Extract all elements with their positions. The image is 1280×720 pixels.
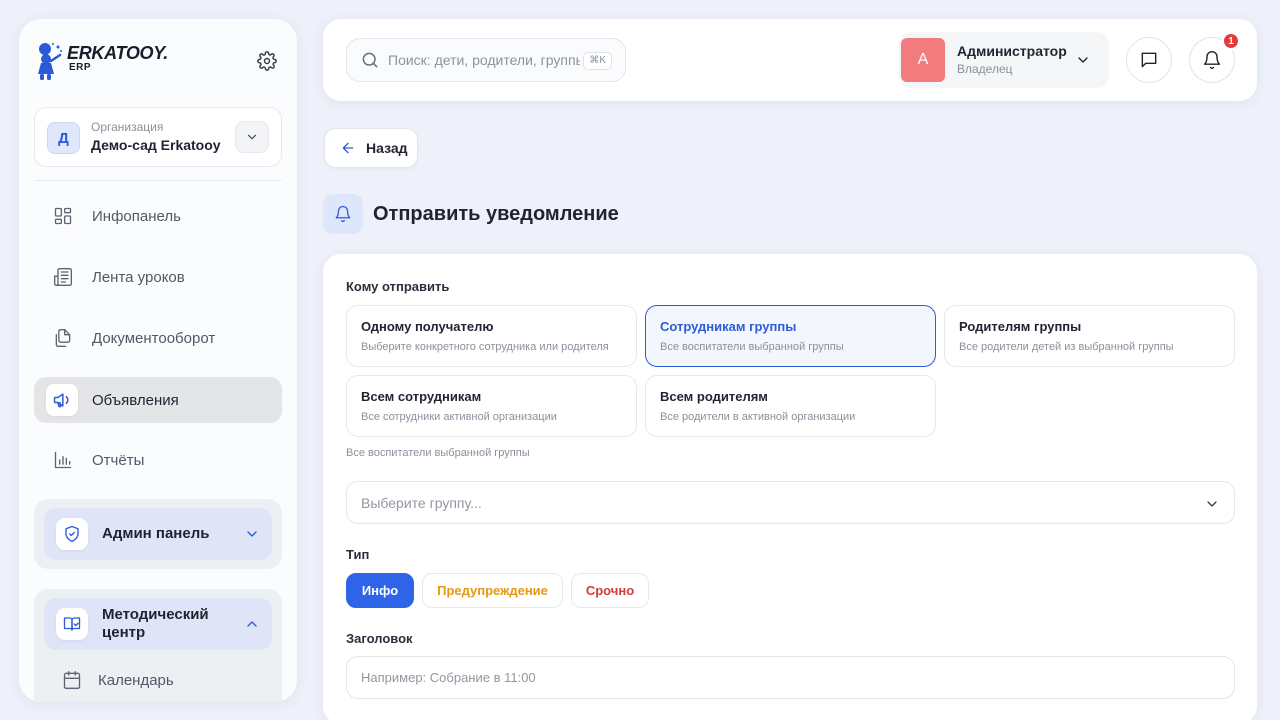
- logo-name: ERKATOOY.: [67, 43, 168, 63]
- chevron-down-icon: [1078, 57, 1088, 63]
- logo-mascot-icon: [38, 43, 62, 80]
- app-logo[interactable]: ERKATOOY. ERP: [33, 41, 168, 81]
- shield-icon: [56, 518, 88, 550]
- page-title: Отправить уведомление: [373, 203, 619, 225]
- settings-button[interactable]: [257, 51, 277, 71]
- sidebar-item-documents[interactable]: Документооборот: [34, 315, 282, 361]
- group-select[interactable]: Выберите группу...: [346, 481, 1235, 524]
- option-description: Все сотрудники активной организации: [361, 411, 557, 423]
- megaphone-icon: [46, 384, 78, 416]
- documents-icon: [48, 323, 78, 353]
- group-select-placeholder: Выберите группу...: [361, 495, 482, 511]
- option-title: Всем сотрудникам: [361, 389, 482, 404]
- sidebar-item-label: Объявления: [92, 391, 179, 409]
- heading-label: Заголовок: [346, 631, 413, 646]
- top-bar: ⌘K A Администратор Владелец 1: [323, 19, 1257, 101]
- option-title: Родителям группы: [959, 319, 1082, 334]
- gear-icon: [257, 51, 277, 71]
- org-label: Организация: [91, 120, 164, 134]
- recipient-option-all-parents[interactable]: Всем родителям Все родители в активной о…: [645, 375, 936, 437]
- org-name: Демо-сад Erkatooy: [91, 137, 221, 153]
- back-button-label: Назад: [366, 140, 408, 156]
- option-description: Выберите конкретного сотрудника или роди…: [361, 341, 609, 353]
- calendar-icon: [60, 668, 84, 692]
- notification-count-badge: 1: [1222, 32, 1240, 50]
- method-center-label: Методический центр: [102, 606, 209, 641]
- type-info-button[interactable]: Инфо: [346, 573, 414, 608]
- sidebar-item-dashboard[interactable]: Инфопанель: [34, 193, 282, 239]
- search-shortcut-badge: ⌘K: [583, 52, 612, 70]
- chevron-down-icon: [1207, 501, 1217, 507]
- method-center-group: Методический центр Календарь: [34, 589, 282, 702]
- option-title: Всем родителям: [660, 389, 768, 404]
- logo-subtitle: ERP: [69, 62, 92, 73]
- sidebar-item-label: Инфопанель: [92, 207, 181, 225]
- search-icon: [362, 52, 378, 68]
- option-description: Все родители детей из выбранной группы: [959, 341, 1174, 353]
- sidebar-item-label: Календарь: [98, 671, 174, 689]
- heading-input[interactable]: [346, 656, 1235, 699]
- chevron-down-icon: [247, 531, 257, 537]
- option-title: Сотрудникам группы: [660, 319, 797, 334]
- avatar: A: [901, 38, 945, 82]
- sidebar-item-calendar[interactable]: Календарь: [44, 660, 272, 700]
- type-urgent-button[interactable]: Срочно: [571, 573, 649, 608]
- chevron-down-icon: [247, 134, 257, 140]
- back-button[interactable]: Назад: [324, 128, 418, 168]
- admin-panel-label: Админ панель: [102, 525, 210, 542]
- search-input[interactable]: [388, 52, 580, 68]
- bell-icon: [1203, 51, 1221, 69]
- notification-form: Кому отправить Одному получателю Выберит…: [323, 254, 1257, 720]
- method-center-toggle[interactable]: Методический центр: [44, 598, 272, 650]
- option-description: Все родители в активной организации: [660, 411, 856, 423]
- type-label: Тип: [346, 547, 370, 562]
- user-name: Администратор: [957, 43, 1067, 59]
- chat-icon: [1141, 52, 1157, 68]
- sidebar: ERKATOOY. ERP Д Организация Демо-сад Erk…: [19, 19, 297, 702]
- sidebar-item-label: Документооборот: [92, 329, 216, 347]
- recipient-hint: Все воспитатели выбранной группы: [346, 447, 530, 459]
- sidebar-divider: [34, 180, 282, 181]
- sidebar-item-announcements[interactable]: Объявления: [34, 377, 282, 423]
- sidebar-item-label: Лента уроков: [92, 268, 185, 286]
- sidebar-item-label: Отчёты: [92, 451, 145, 469]
- chart-icon: [48, 445, 78, 475]
- bell-icon: [323, 194, 363, 234]
- type-warning-button[interactable]: Предупреждение: [422, 573, 563, 608]
- recipient-option-all-staff[interactable]: Всем сотрудникам Все сотрудники активной…: [346, 375, 637, 437]
- recipient-option-group-staff[interactable]: Сотрудникам группы Все воспитатели выбра…: [645, 305, 936, 367]
- option-description: Все воспитатели выбранной группы: [660, 341, 844, 353]
- newspaper-icon: [48, 262, 78, 292]
- sidebar-item-reports[interactable]: Отчёты: [34, 437, 282, 483]
- recipient-label: Кому отправить: [346, 279, 450, 294]
- user-menu[interactable]: A Администратор Владелец: [899, 32, 1109, 88]
- arrow-left-icon: [342, 142, 354, 154]
- user-role: Владелец: [957, 62, 1013, 76]
- option-title: Одному получателю: [361, 319, 494, 334]
- org-dropdown-button[interactable]: [235, 121, 269, 153]
- search-box[interactable]: ⌘K: [346, 38, 626, 82]
- admin-panel-toggle[interactable]: Админ панель: [44, 508, 272, 560]
- org-avatar: Д: [47, 122, 80, 154]
- book-icon: [56, 608, 88, 640]
- chevron-up-icon: [247, 621, 257, 627]
- sidebar-item-lessons-feed[interactable]: Лента уроков: [34, 254, 282, 300]
- dashboard-icon: [48, 201, 78, 231]
- admin-panel-group: Админ панель: [34, 499, 282, 569]
- organization-switcher[interactable]: Д Организация Демо-сад Erkatooy: [34, 107, 282, 167]
- messages-button[interactable]: [1126, 37, 1172, 83]
- recipient-option-group-parents[interactable]: Родителям группы Все родители детей из в…: [944, 305, 1235, 367]
- recipient-option-single[interactable]: Одному получателю Выберите конкретного с…: [346, 305, 637, 367]
